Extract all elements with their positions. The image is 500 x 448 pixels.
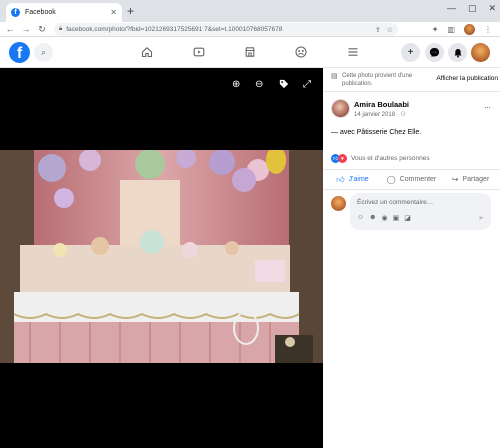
party-photo[interactable] xyxy=(0,150,323,363)
side-panel-icon[interactable]: ▥ xyxy=(447,25,455,34)
post-date[interactable]: 14 janvier 2018 · ⚇ xyxy=(354,111,406,118)
forward-arrow-icon[interactable]: → xyxy=(20,24,32,34)
photo-side-panel: ▤ Cette photo provient d'une publication… xyxy=(323,68,500,448)
reactions-text: Vous et d'autres personnes xyxy=(351,155,430,162)
photo-gallery-icon: ▤ xyxy=(331,73,338,80)
thumbs-up-icon: 👍︎ xyxy=(336,174,345,184)
camera-icon[interactable]: ◉ xyxy=(382,214,388,222)
zoom-out-icon[interactable]: ⊖ xyxy=(255,79,263,90)
emoji-icon[interactable]: ☻ xyxy=(369,214,376,222)
comment-label: Commenter xyxy=(399,176,437,183)
comment-bubble-icon: ◯ xyxy=(386,175,396,184)
facebook-header: f ⌕ + xyxy=(0,37,500,68)
back-arrow-icon[interactable]: ← xyxy=(4,24,16,34)
like-button[interactable]: 👍︎ J'aime xyxy=(323,171,382,188)
more-options-icon[interactable]: ··· xyxy=(484,102,491,112)
browser-menu-icon[interactable]: ⋮ xyxy=(484,25,492,34)
create-plus-icon[interactable]: + xyxy=(401,43,420,62)
comment-input[interactable]: Écrivez un commentaire… ☺ ☻ ◉ ▣ ◪ ➤ xyxy=(350,193,491,230)
facebook-favicon-icon: f xyxy=(11,8,20,17)
fullscreen-icon[interactable]: ⤢ xyxy=(303,79,311,90)
photo-viewer: ⊕ ⊖ ⤢ xyxy=(0,68,323,448)
maximize-icon[interactable]: ▢ xyxy=(468,3,477,14)
window-controls: — ▢ ✕ xyxy=(447,3,496,14)
groups-icon[interactable] xyxy=(294,45,308,59)
send-icon[interactable]: ➤ xyxy=(478,214,484,222)
browser-right-icons: ✦ ▥ ⋮ xyxy=(432,24,492,35)
zoom-in-icon[interactable]: ⊕ xyxy=(232,79,240,90)
divider xyxy=(323,91,500,92)
window-close-icon[interactable]: ✕ xyxy=(488,3,496,14)
love-reaction-icon: ♥ xyxy=(338,154,347,163)
account-avatar[interactable] xyxy=(471,43,490,62)
avatar-sticker-icon[interactable]: ☺ xyxy=(357,214,364,222)
comment-placeholder: Écrivez un commentaire… xyxy=(357,199,434,206)
gif-icon[interactable]: ▣ xyxy=(393,214,400,222)
tab-title: Facebook xyxy=(25,9,56,16)
minimize-icon[interactable]: — xyxy=(447,3,456,14)
browser-tabstrip: f Facebook ✕ + — ▢ ✕ xyxy=(0,0,500,22)
comment-button[interactable]: ◯ Commenter xyxy=(382,171,441,188)
browser-toolbar: ← → ↻ 🔒︎ facebook.com/photo/?fbid=102126… xyxy=(0,22,500,37)
notifications-bell-icon[interactable] xyxy=(448,43,467,62)
reload-icon[interactable]: ↻ xyxy=(36,24,48,35)
menu-hamburger-icon[interactable] xyxy=(346,45,360,59)
commenter-avatar xyxy=(331,196,346,211)
tab-close-icon[interactable]: ✕ xyxy=(110,8,117,17)
post-actions: 👍︎ J'aime ◯ Commenter ↪ Partager xyxy=(323,171,500,188)
new-tab-button[interactable]: + xyxy=(127,4,134,18)
share-label: Partager xyxy=(462,176,490,183)
reactions-summary[interactable]: 👍︎ ♥ Vous et d'autres personnes xyxy=(331,154,430,163)
home-icon[interactable] xyxy=(140,45,154,59)
share-button[interactable]: ↪ Partager xyxy=(441,171,500,188)
watch-video-icon[interactable] xyxy=(192,45,206,59)
browser-profile-avatar[interactable] xyxy=(464,24,475,35)
share-page-icon[interactable]: ⇪ xyxy=(375,26,381,34)
notice-text: Cette photo provient d'une publication. xyxy=(342,73,413,87)
facebook-logo[interactable]: f xyxy=(9,42,30,63)
comment-tools: ☺ ☻ ◉ ▣ ◪ xyxy=(357,214,411,222)
url-text: facebook.com/photo/?fbid=102126931752569… xyxy=(66,26,283,33)
browser-tab[interactable]: f Facebook ✕ xyxy=(6,3,122,22)
sticker-icon[interactable]: ◪ xyxy=(404,214,411,222)
tag-icon[interactable] xyxy=(279,79,289,92)
like-label: J'aime xyxy=(348,176,369,183)
bookmark-star-icon[interactable]: ☆ xyxy=(387,26,393,34)
extensions-puzzle-icon[interactable]: ✦ xyxy=(432,25,439,34)
post-notice: ▤ Cette photo provient d'une publication… xyxy=(331,71,499,91)
divider xyxy=(323,169,500,170)
post-caption: — avec Pâtisserie Chez Elle. xyxy=(331,129,422,136)
search-icon[interactable]: ⌕ xyxy=(34,43,53,62)
author-name[interactable]: Amira Boulaabi xyxy=(354,100,409,109)
view-post-link[interactable]: Afficher la publication xyxy=(436,75,498,82)
divider xyxy=(323,189,500,190)
share-arrow-icon: ↪ xyxy=(451,175,459,184)
marketplace-icon[interactable] xyxy=(243,45,257,59)
author-avatar[interactable] xyxy=(331,99,350,118)
messenger-icon[interactable] xyxy=(425,43,444,62)
lock-icon: 🔒︎ xyxy=(59,26,63,32)
address-bar[interactable]: 🔒︎ facebook.com/photo/?fbid=102126931752… xyxy=(54,23,398,36)
